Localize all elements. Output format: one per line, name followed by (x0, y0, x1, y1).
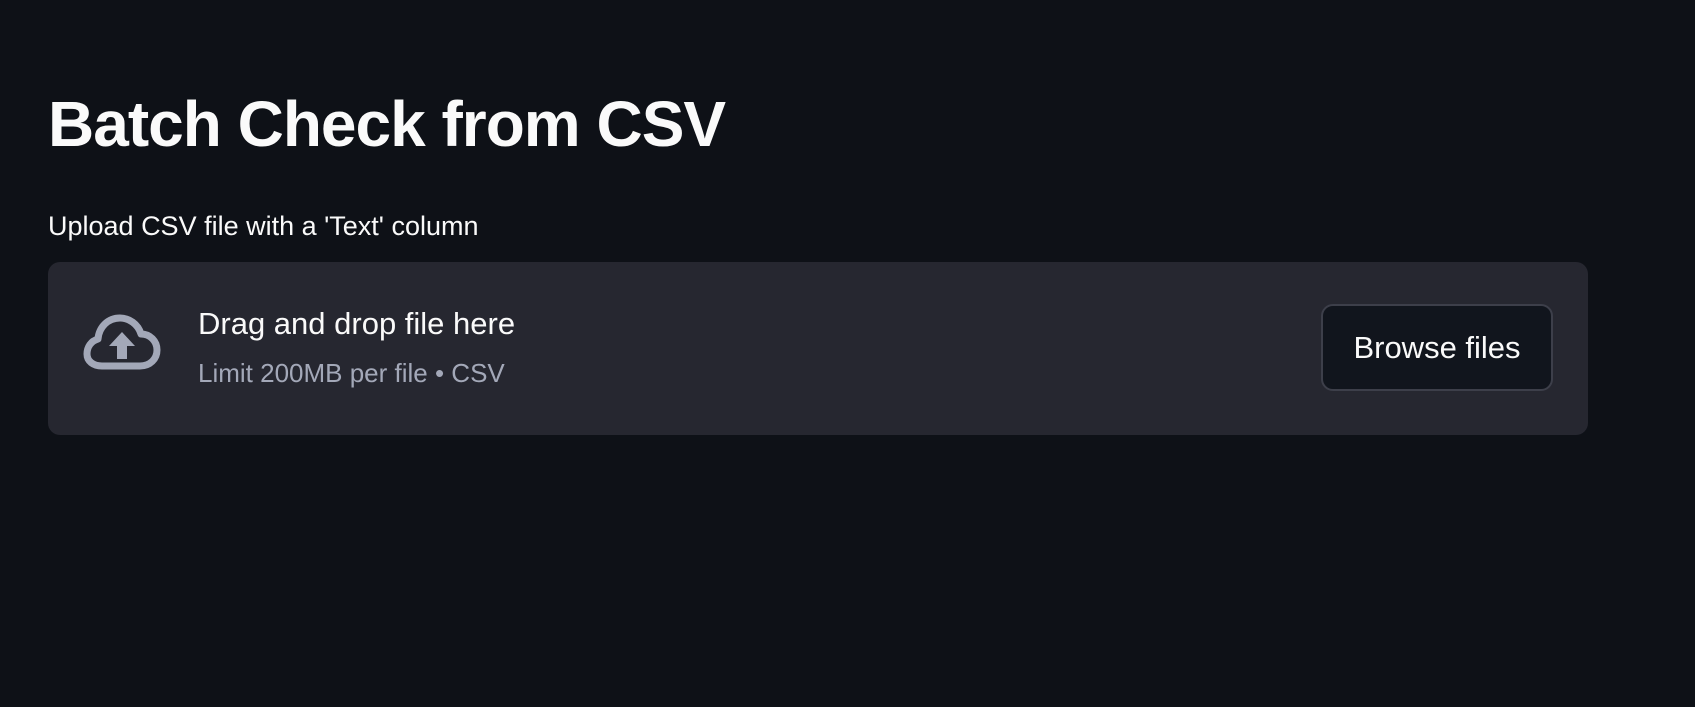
file-limit-hint: Limit 200MB per file • CSV (198, 358, 505, 388)
browse-files-button[interactable]: Browse files (1321, 304, 1553, 391)
dropzone-text: Drag and drop file here Limit 200MB per … (198, 304, 515, 390)
drag-drop-instruction: Drag and drop file here (198, 306, 516, 341)
cloud-upload-icon (82, 314, 162, 378)
file-dropzone[interactable]: Drag and drop file here Limit 200MB per … (48, 262, 1588, 435)
page-title: Batch Check from CSV (48, 88, 726, 160)
csv-upload-label: Upload CSV file with a 'Text' column (48, 211, 479, 241)
